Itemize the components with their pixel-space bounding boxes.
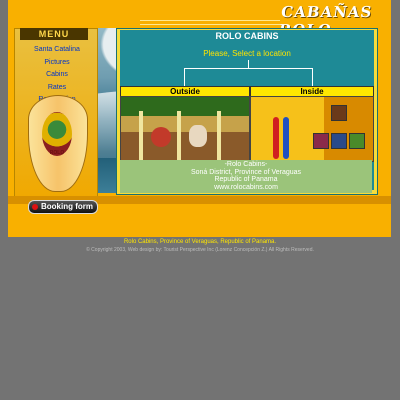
porch-post	[217, 111, 221, 161]
wall-picture	[331, 105, 347, 121]
surfboard-image	[283, 117, 289, 159]
bullet-icon	[32, 203, 38, 210]
select-location-prompt: Please, Select a location	[203, 49, 291, 58]
footer-location: Rolo Cabins, Province of Veraguas, Repub…	[123, 239, 277, 245]
menu-item-rates[interactable]: Rates	[24, 82, 90, 95]
porch-post	[177, 111, 181, 161]
booking-form-button[interactable]: Booking form	[28, 200, 98, 214]
wall-picture	[349, 133, 365, 149]
surfboard-text: ROLO	[49, 150, 65, 156]
footer-copyright: © Copyright 2003, Web design by: Tourist…	[86, 247, 314, 253]
inside-photo[interactable]	[250, 96, 374, 162]
address-line: -Rolo Cabins-	[224, 161, 268, 168]
connector-line	[184, 68, 312, 69]
address-box: -Rolo Cabins- Soná District, Province of…	[120, 160, 372, 193]
address-line: Republic of Panama	[214, 176, 278, 184]
website-link[interactable]: www.rolocabins.com	[120, 184, 372, 192]
menu-item-pictures[interactable]: Pictures	[24, 57, 90, 70]
wall-picture	[313, 133, 329, 149]
connector-line	[312, 68, 313, 86]
surfboard-image	[273, 117, 279, 159]
outside-photo[interactable]	[120, 96, 250, 162]
header-stripes	[140, 20, 280, 25]
person-figure	[151, 127, 171, 147]
wall-picture	[331, 133, 347, 149]
content-title: ROLO CABINS	[215, 31, 279, 41]
address-line: Soná District, Province of Veraguas	[190, 168, 302, 176]
menu-item-cabins[interactable]: Cabins	[24, 69, 90, 82]
menu-title: MENU	[20, 28, 88, 40]
connector-line	[184, 68, 185, 86]
person-figure	[189, 125, 207, 147]
menu-item-santa-catalina[interactable]: Santa Catalina	[24, 44, 90, 57]
porch-post	[139, 111, 143, 161]
booking-form-label: Booking form	[41, 202, 93, 211]
connector-line	[248, 60, 249, 68]
